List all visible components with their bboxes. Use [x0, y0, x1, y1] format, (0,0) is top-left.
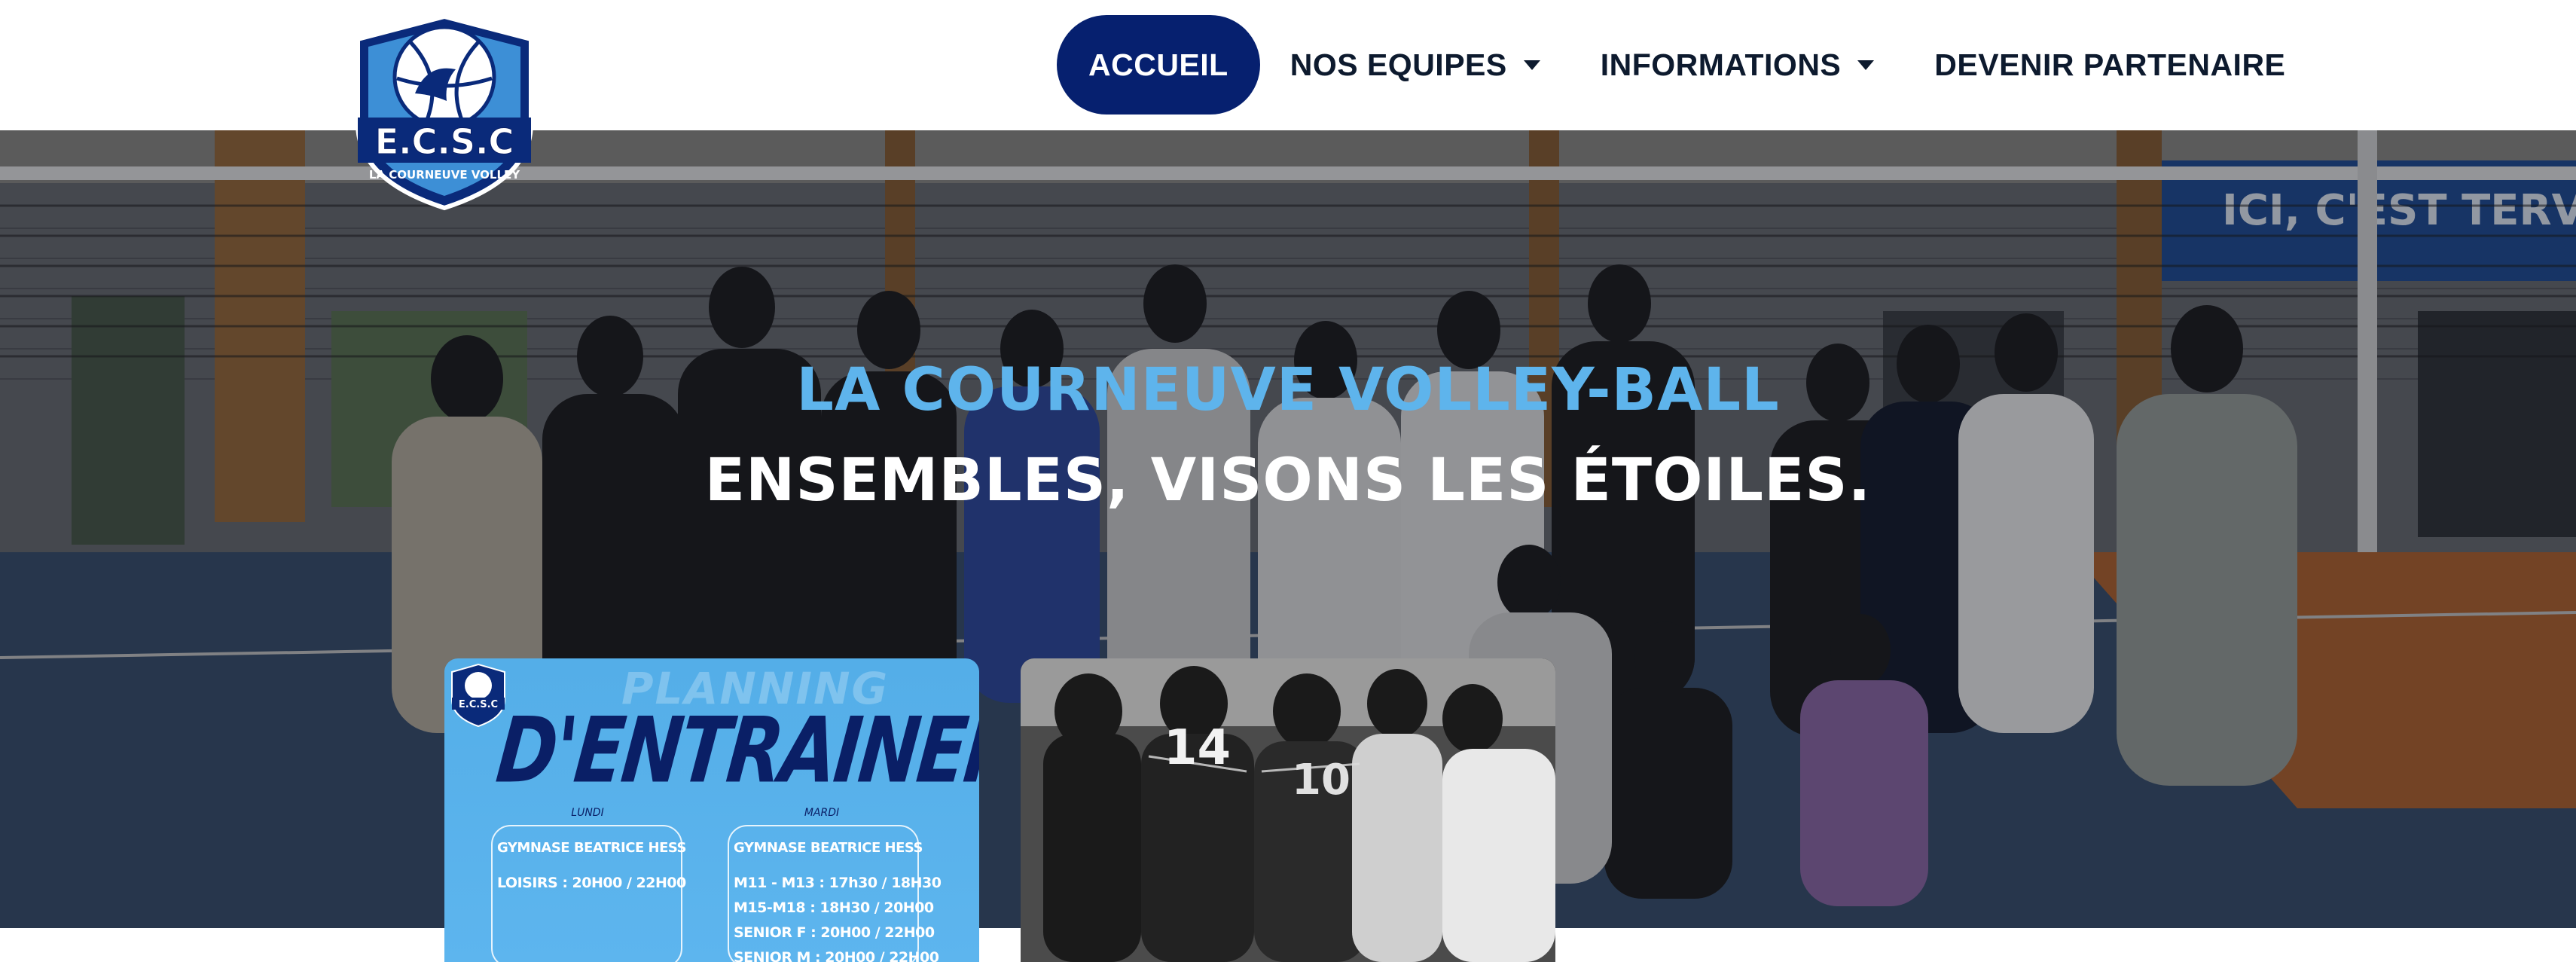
hero-subtitle: ENSEMBLES, VISONS LES ÉTOILES. [704, 447, 1872, 515]
nav-item-nos-equipes[interactable]: NOS EQUIPES [1290, 15, 1540, 115]
training-planning-card[interactable]: E.C.S.C PLANNING D'ENTRAINEMENT LUNDI GY… [444, 658, 979, 962]
schedule-slot: LOISIRS : 20H00 / 22H00 [497, 875, 686, 891]
club-logo[interactable]: E.C.S.C LA COURNEUVE VOLLEY [343, 11, 546, 212]
team-photo-card[interactable]: 14 10 [1021, 658, 1555, 962]
main-nav: ACCUEIL NOS EQUIPES INFORMATIONS DEVENIR… [1057, 15, 2285, 115]
team-huddle-photo: 14 10 [1021, 658, 1555, 962]
logo-subtext: LA COURNEUVE VOLLEY [369, 168, 520, 182]
schedule-slot: SENIOR F : 20H00 / 22H00 [734, 924, 935, 941]
schedule-box-mardi: GYMNASE BEATRICE HESS M11 - M13 : 17h30 … [728, 825, 942, 962]
hero-title: LA COURNEUVE VOLLEY-BALL [796, 356, 1780, 424]
nav-item-accueil[interactable]: ACCUEIL [1057, 15, 1260, 115]
jersey-number: 10 [1292, 756, 1351, 805]
club-crest-icon: E.C.S.C LA COURNEUVE VOLLEY [356, 14, 533, 211]
jersey-number: 14 [1164, 720, 1231, 776]
nav-item-label: DEVENIR PARTENAIRE [1934, 47, 2286, 82]
logo-text: E.C.S.C [375, 121, 514, 162]
nav-item-devenir-partenaire[interactable]: DEVENIR PARTENAIRE [1934, 15, 2285, 115]
schedule-slot: M15-M18 : 18H30 / 20H00 [734, 899, 934, 916]
schedule-slot: SENIOR M : 20H00 / 22H00 [734, 949, 939, 962]
schedule-location: GYMNASE BEATRICE HESS [734, 840, 923, 856]
nav-item-label: INFORMATIONS [1600, 47, 1842, 82]
schedule-box-lundi: GYMNASE BEATRICE HESS LOISIRS : 20H00 / … [491, 825, 686, 962]
nav-item-informations[interactable]: INFORMATIONS [1601, 15, 1875, 115]
nav-item-label: ACCUEIL [1088, 47, 1228, 82]
nav-item-label: NOS EQUIPES [1290, 47, 1507, 82]
mini-logo-text: E.C.S.C [459, 699, 498, 710]
planning-title: D'ENTRAINEMENT [492, 698, 979, 803]
club-crest-small-icon: E.C.S.C [451, 663, 505, 728]
schedule-location: GYMNASE BEATRICE HESS [497, 840, 686, 856]
day-label-mardi: MARDI [804, 807, 840, 819]
chevron-down-icon [1523, 60, 1540, 70]
chevron-down-icon [1857, 60, 1875, 70]
day-label-lundi: LUNDI [571, 807, 604, 819]
schedule-slot: M11 - M13 : 17h30 / 18H30 [734, 875, 942, 891]
